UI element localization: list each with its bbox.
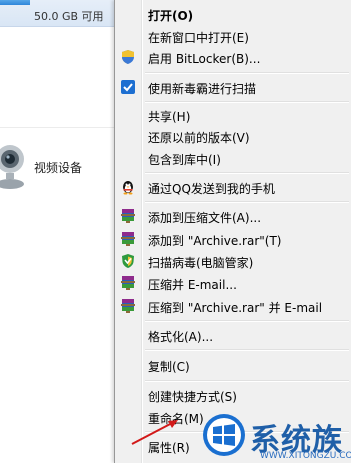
menu-item-compress-email[interactable]: 压缩并 E-mail... <box>117 272 350 294</box>
menu-item-open-new-window[interactable]: 在新窗口中打开(E) <box>117 25 350 47</box>
menu-separator <box>145 201 349 203</box>
drive-tile[interactable]: 50.0 GB 可用 <box>0 0 114 27</box>
menu-item-copy[interactable]: 复制(C) <box>117 354 350 376</box>
menu-item-label: 启用 BitLocker(B)... <box>148 52 261 66</box>
drive-usage-bar <box>0 0 30 5</box>
qq-penguin-icon <box>120 179 136 195</box>
menu-item-label: 打开(O) <box>148 9 194 23</box>
menu-separator <box>145 349 349 351</box>
menu-item-label: 扫描病毒(电脑管家) <box>148 256 254 270</box>
menu-item-label: 添加到 "Archive.rar"(T) <box>148 234 282 248</box>
menu-item-duba-scan[interactable]: 使用新毒霸进行扫描 <box>117 76 350 98</box>
section-divider <box>0 127 114 128</box>
winrar-icon <box>120 208 136 224</box>
menu-item-add-to-archive-rar[interactable]: 添加到 "Archive.rar"(T) <box>117 228 350 250</box>
menu-item-create-shortcut[interactable]: 创建快捷方式(S) <box>117 384 350 406</box>
menu-item-label: 创建快捷方式(S) <box>148 390 237 404</box>
menu-separator <box>145 101 349 103</box>
antivirus-icon <box>120 79 136 95</box>
menu-item-qq-send[interactable]: 通过QQ发送到我的手机 <box>117 176 350 198</box>
menu-item-label: 通过QQ发送到我的手机 <box>148 182 275 196</box>
pc-manager-shield-icon <box>120 253 136 269</box>
menu-item-restore-versions[interactable]: 还原以前的版本(V) <box>117 125 350 147</box>
explorer-background: 50.0 GB 可用 视频设备 <box>0 0 114 463</box>
webcam-icon[interactable] <box>0 143 26 191</box>
menu-separator <box>145 72 349 74</box>
menu-item-label: 压缩到 "Archive.rar" 并 E-mail <box>148 301 323 315</box>
menu-item-add-to-archive[interactable]: 添加到压缩文件(A)... <box>117 205 350 227</box>
winrar-icon <box>120 275 136 291</box>
watermark: 系统族 WWW.XITONGZU.COM <box>202 413 351 463</box>
menu-separator <box>145 172 349 174</box>
menu-item-bitlocker[interactable]: 启用 BitLocker(B)... <box>117 46 350 68</box>
menu-item-format[interactable]: 格式化(A)... <box>117 324 350 346</box>
winrar-icon <box>120 298 136 314</box>
menu-item-label: 在新窗口中打开(E) <box>148 31 249 45</box>
menu-item-open[interactable]: 打开(O) <box>117 3 350 25</box>
menu-item-share[interactable]: 共享(H) <box>117 104 350 126</box>
menu-item-label: 使用新毒霸进行扫描 <box>148 82 257 96</box>
menu-item-label: 压缩并 E-mail... <box>148 278 237 292</box>
menu-item-compress-rar-email[interactable]: 压缩到 "Archive.rar" 并 E-mail <box>117 295 350 317</box>
watermark-url: WWW.XITONGZU.COM <box>260 451 351 461</box>
device-label[interactable]: 视频设备 <box>34 159 82 176</box>
menu-item-label: 添加到压缩文件(A)... <box>148 211 262 225</box>
menu-item-label: 复制(C) <box>148 360 190 374</box>
menu-item-include-in-library[interactable]: 包含到库中(I) <box>117 147 350 169</box>
menu-item-label: 格式化(A)... <box>148 330 214 344</box>
windows-logo-icon <box>203 414 245 456</box>
winrar-icon <box>120 231 136 247</box>
menu-item-label: 共享(H) <box>148 110 191 124</box>
menu-item-pc-manager-scan[interactable]: 扫描病毒(电脑管家) <box>117 250 350 272</box>
menu-item-label: 还原以前的版本(V) <box>148 131 250 145</box>
annotation-arrow-icon <box>131 420 178 445</box>
menu-separator <box>145 320 349 322</box>
menu-separator <box>145 380 349 382</box>
drive-free-space: 50.0 GB 可用 <box>34 10 104 23</box>
context-menu: 打开(O) 在新窗口中打开(E) 启用 BitLocker(B)... 使用新毒… <box>114 0 351 463</box>
menu-item-label: 包含到库中(I) <box>148 153 221 167</box>
shield-icon <box>120 49 136 65</box>
